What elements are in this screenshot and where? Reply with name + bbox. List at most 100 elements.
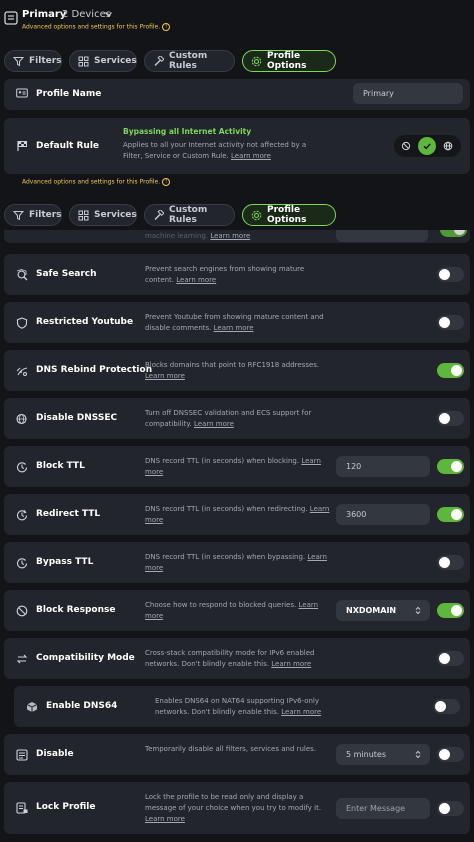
swap-arrows-icon [16, 654, 28, 663]
block-ttl-description: DNS record TTL (in seconds) when blockin… [145, 456, 321, 476]
partial-row-description: machine learning. Learn more [145, 232, 251, 240]
gear-icon [251, 210, 262, 220]
safe-search-toggle[interactable] [437, 267, 464, 282]
tab-profile-options[interactable]: Profile Options [242, 50, 336, 72]
block-ttl-label: Block TTL [36, 460, 85, 471]
tab-profile-options[interactable]: Profile Options [242, 204, 336, 226]
block-response-select[interactable]: NXDOMAIN [336, 600, 430, 621]
devices-dropdown[interactable]: 2 Devices [62, 9, 111, 20]
toggle-knob [451, 461, 462, 472]
learn-more-link[interactable]: Learn more [231, 152, 271, 160]
dns-rebind-protection-toggle[interactable] [437, 363, 464, 378]
bypass-ttl-row: Bypass TTL DNS record TTL (in seconds) wh… [4, 542, 470, 583]
block-response-label: Block Response [36, 604, 116, 615]
disable-select[interactable]: 5 minutes [336, 744, 430, 765]
disable-dnssec-toggle[interactable] [437, 411, 464, 426]
gear-icon [251, 56, 262, 66]
restricted-youtube-label: Restricted Youtube [36, 316, 134, 327]
select-arrows-icon [415, 750, 421, 759]
redirect-ttl-input[interactable]: 3600 [336, 504, 430, 525]
disable-description: Temporarily disable all filters, service… [145, 744, 317, 753]
enable-dns64-toggle[interactable] [433, 699, 460, 714]
sticky-subtitle: Advanced options and settings for this P… [22, 178, 171, 186]
search-shield-icon [16, 268, 28, 280]
filter-icon [13, 210, 24, 220]
block-icon [16, 605, 28, 616]
toggle-knob [439, 413, 450, 424]
learn-more-link[interactable]: Learn more [145, 372, 185, 380]
flag-icon [17, 141, 27, 151]
toggle-knob [451, 365, 462, 376]
lock-profile-label: Lock Profile [36, 802, 96, 812]
block-option-button[interactable] [397, 137, 415, 155]
lock-profile-toggle[interactable] [437, 800, 464, 816]
chevron-down-icon[interactable] [105, 12, 112, 17]
learn-more-link[interactable]: Learn more [281, 708, 321, 716]
check-icon [423, 143, 431, 150]
restricted-youtube-description: Prevent Youtube from showing mature cont… [145, 312, 324, 332]
globe-icon [443, 141, 453, 151]
tab-custom-rules[interactable]: Custom Rules [144, 204, 235, 226]
toggle-knob [439, 317, 450, 328]
lock-profile-message-input[interactable]: Enter Message [336, 797, 430, 819]
filter-icon [13, 56, 24, 66]
redirect-ttl-label: Redirect TTL [36, 508, 101, 519]
toggle-knob [439, 653, 450, 664]
compatibility-mode-label: Compatibility Mode [36, 652, 135, 663]
tab-filters[interactable]: Filters [4, 50, 62, 72]
profile-name-input[interactable]: Primary [353, 83, 463, 104]
shield-icon [16, 316, 28, 329]
bypass-ttl-description: DNS record TTL (in seconds) when bypassi… [145, 552, 327, 572]
block-ttl-row: Block TTL DNS record TTL (in seconds) whe… [4, 446, 470, 487]
profile-name-row: Profile Name Primary [4, 79, 470, 110]
default-rule-label: Default Rule [36, 141, 100, 151]
block-response-toggle[interactable] [437, 603, 464, 618]
hammer-icon [154, 209, 164, 220]
tab-services[interactable]: Services [69, 50, 137, 72]
learn-more-link[interactable]: Learn more [176, 276, 216, 284]
redirect-ttl-toggle[interactable] [437, 507, 464, 522]
block-ttl-toggle[interactable] [437, 459, 464, 474]
default-rule-selector [394, 135, 461, 157]
safe-search-row: Safe Search Prevent search engines from s… [4, 254, 470, 295]
disable-dnssec-description: Turn off DNSSEC validation and ECS suppo… [145, 408, 312, 428]
learn-more-link[interactable]: Learn more [145, 815, 185, 823]
block-response-row: Block Response Choose how to respond to b… [4, 590, 470, 631]
id-card-icon [16, 88, 28, 98]
block-ttl-input[interactable]: 120 [336, 456, 430, 477]
disable-row: Disable Temporarily disable all filters, … [4, 734, 470, 775]
redirect-ttl-description: DNS record TTL (in seconds) when redirec… [145, 504, 330, 524]
redirect-option-button[interactable] [439, 137, 457, 155]
enable-dns64-description: Enables DNS64 on NAT64 supporting IPv6-o… [155, 696, 322, 716]
profile-title: Primary [22, 9, 67, 20]
bypass-option-button[interactable] [418, 137, 436, 155]
enable-dns64-row: Enable DNS64 Enables DNS64 on NAT64 suppo… [14, 686, 470, 727]
tab-filters[interactable]: Filters [4, 204, 62, 226]
learn-more-link[interactable]: Learn more [271, 660, 311, 668]
cube-icon [26, 701, 38, 712]
dns-rebind-protection-description: Blocks domains that point to RFC1918 add… [145, 360, 320, 380]
lock-profile-row: Lock Profile Lock the profile to be read … [4, 782, 470, 834]
header-subtitle: Advanced options and settings for this P… [22, 23, 171, 31]
bypass-ttl-toggle[interactable] [437, 555, 464, 570]
learn-more-link[interactable]: Learn more [214, 324, 254, 332]
warning-icon: ! [162, 178, 171, 186]
learn-more-link[interactable]: Learn more [194, 420, 234, 428]
restricted-youtube-toggle[interactable] [437, 315, 464, 330]
toggle-knob [439, 557, 450, 568]
grid-icon [78, 56, 89, 66]
tab-services[interactable]: Services [69, 204, 137, 226]
toggle-knob [439, 269, 450, 280]
disable-dnssec-row: Disable DNSSEC Turn off DNSSEC validation… [4, 398, 470, 439]
tab-custom-rules[interactable]: Custom Rules [144, 50, 235, 72]
clock-bypass-icon [16, 557, 28, 568]
profile-list-icon[interactable] [4, 11, 18, 25]
restricted-youtube-row: Restricted Youtube Prevent Youtube from s… [4, 302, 470, 343]
disable-toggle[interactable] [437, 747, 464, 762]
dns-rebind-protection-label: DNS Rebind Protection [36, 364, 153, 375]
profile-name-label: Profile Name [36, 89, 102, 99]
tab-bar: Filters Services Custom Rules Profile Op… [0, 50, 474, 76]
dns-rebind-protection-row: DNS Rebind Protection Blocks domains that… [4, 350, 470, 391]
globe-shield-icon [16, 413, 27, 424]
compatibility-mode-toggle[interactable] [437, 651, 464, 666]
